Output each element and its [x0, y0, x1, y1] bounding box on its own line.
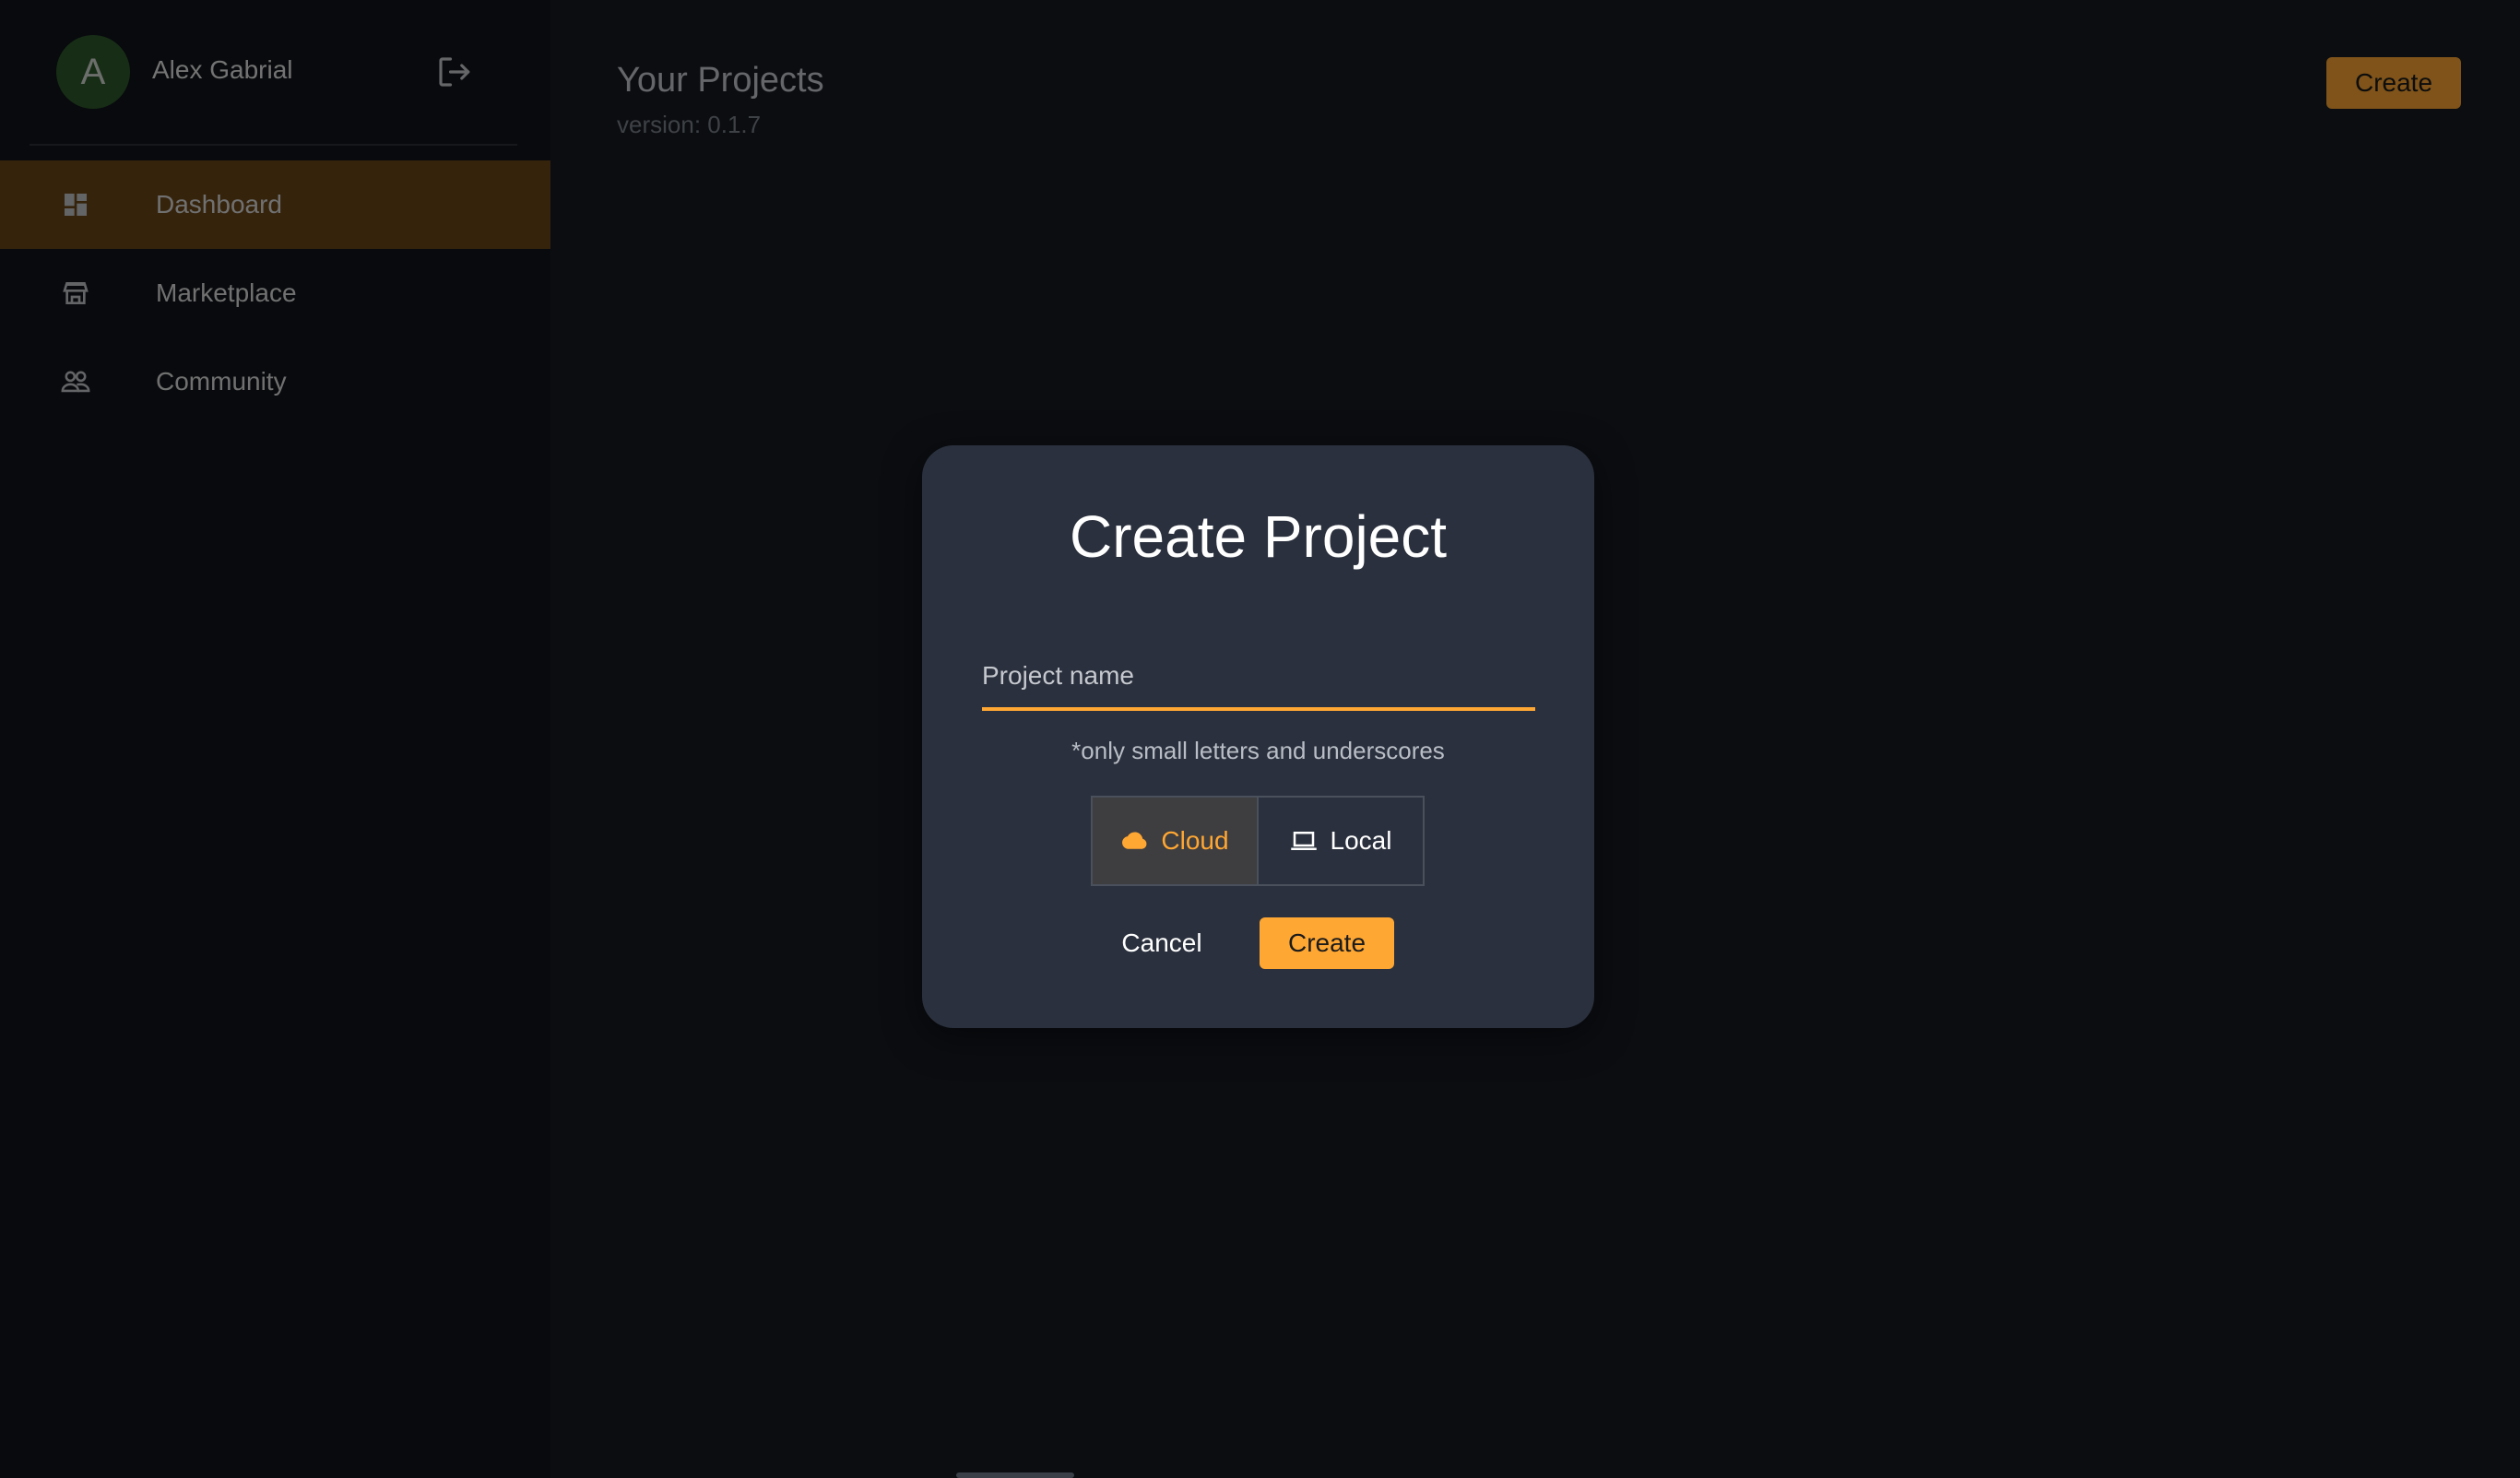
create-button[interactable]: Create	[1260, 917, 1394, 969]
cloud-option-label: Cloud	[1161, 826, 1229, 855]
local-option[interactable]: Local	[1257, 798, 1423, 884]
project-name-helper: *only small letters and underscores	[1071, 737, 1445, 764]
cancel-button[interactable]: Cancel	[1111, 917, 1213, 969]
create-project-dialog: Create Project *only small letters and u…	[922, 445, 1594, 1028]
local-option-label: Local	[1330, 826, 1392, 855]
dialog-actions: Cancel Create	[922, 917, 1594, 969]
bottom-handle	[956, 1472, 1074, 1478]
app-root: A Alex Gabrial	[0, 0, 2520, 1478]
laptop-icon	[1290, 832, 1317, 850]
dialog-title: Create Project	[1069, 503, 1448, 570]
project-name-field	[982, 648, 1535, 711]
cloud-icon	[1122, 832, 1147, 849]
cloud-option[interactable]: Cloud	[1093, 798, 1257, 884]
project-name-input[interactable]	[982, 648, 1535, 704]
location-toggle: Cloud Local	[1091, 796, 1425, 886]
